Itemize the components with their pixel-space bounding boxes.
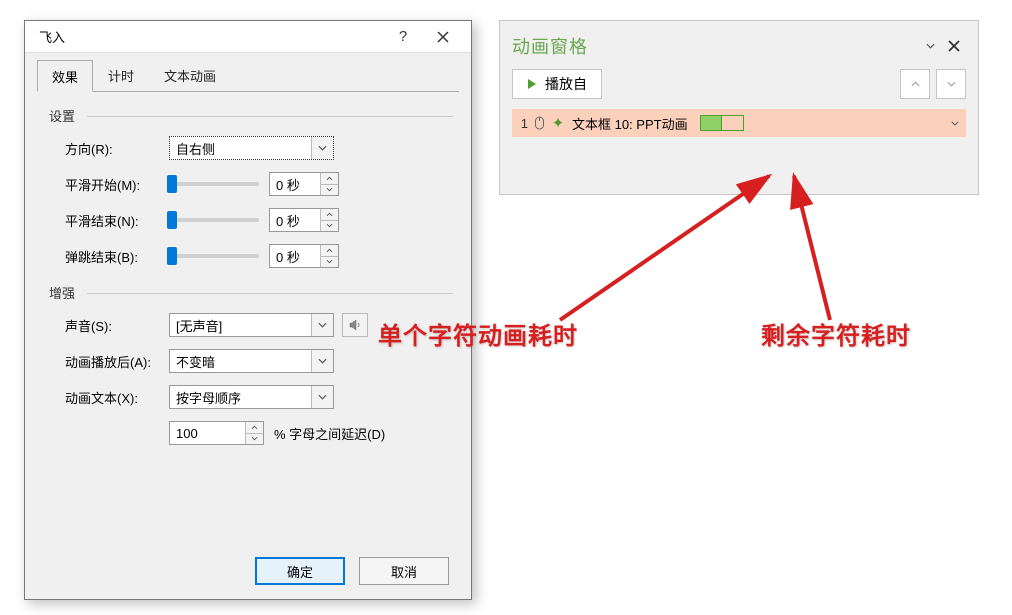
annotation-arrows xyxy=(0,0,1012,615)
tab-effect[interactable]: 效果 xyxy=(37,60,93,92)
annotation-remaining-chars: 剩余字符耗时 xyxy=(761,316,911,351)
annotation-single-char: 单个字符动画耗时 xyxy=(378,316,578,351)
